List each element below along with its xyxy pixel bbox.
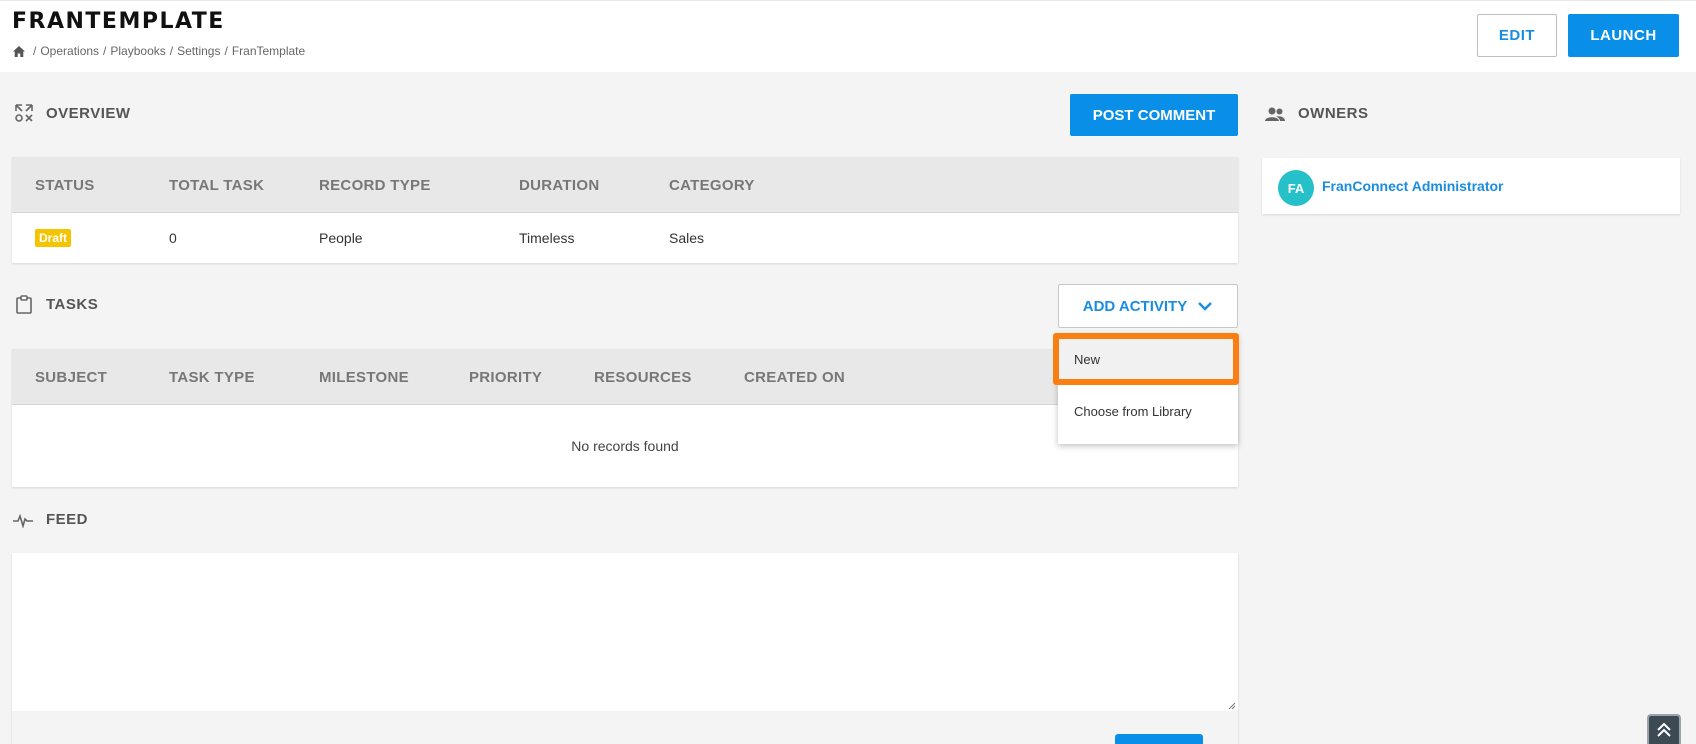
owner-name-link[interactable]: FranConnect Administrator	[1322, 158, 1504, 214]
edit-button[interactable]: EDIT	[1477, 14, 1557, 57]
avatar: FA	[1278, 170, 1314, 206]
breadcrumb-settings[interactable]: Settings	[177, 44, 220, 58]
empty-state-text: No records found	[571, 438, 679, 454]
activity-pulse-icon	[13, 513, 33, 528]
page-title: FRANTEMPLATE	[12, 9, 225, 34]
post-comment-button[interactable]: POST COMMENT	[1070, 94, 1238, 136]
breadcrumb-separator: /	[103, 44, 107, 58]
breadcrumb-separator: /	[224, 44, 228, 58]
total-task-value: 0	[169, 230, 177, 246]
add-activity-label: ADD ACTIVITY	[1082, 297, 1188, 315]
feed-heading: FEED	[12, 511, 88, 528]
feed-card	[12, 553, 1238, 744]
duration-value: Timeless	[519, 230, 575, 246]
category-value: Sales	[669, 230, 705, 246]
table-row: Draft 0 People Timeless Sales	[12, 213, 1238, 263]
add-activity-button[interactable]: ADD ACTIVITY	[1058, 284, 1238, 328]
overview-icon	[15, 104, 33, 122]
launch-button[interactable]: LAUNCH	[1568, 14, 1679, 57]
double-chevron-up-icon	[1657, 722, 1671, 737]
scroll-to-top-button[interactable]	[1647, 714, 1681, 744]
home-icon[interactable]	[13, 45, 25, 57]
status-badge: Draft	[35, 229, 72, 247]
breadcrumb-separator: /	[33, 44, 37, 58]
column-task-type: TASK TYPE	[169, 368, 255, 386]
column-category: CATEGORY	[669, 176, 755, 194]
breadcrumb-current: FranTemplate	[231, 44, 306, 58]
breadcrumb: / Operations / Playbooks / Settings / Fr…	[13, 44, 305, 58]
feed-title: FEED	[46, 511, 89, 528]
overview-table-header: STATUS TOTAL TASK RECORD TYPE DURATION C…	[12, 157, 1238, 213]
column-duration: DURATION	[519, 176, 600, 194]
resize-handle-icon[interactable]	[1226, 700, 1236, 710]
breadcrumb-separator: /	[169, 44, 174, 58]
column-priority: PRIORITY	[469, 368, 543, 386]
record-type-value: People	[319, 230, 363, 246]
column-subject: SUBJECT	[35, 368, 108, 386]
overview-title: OVERVIEW	[46, 104, 131, 122]
column-resources: RESOURCES	[594, 368, 692, 386]
clipboard-icon	[16, 295, 32, 314]
overview-table: STATUS TOTAL TASK RECORD TYPE DURATION C…	[12, 157, 1238, 263]
column-status: STATUS	[35, 176, 95, 194]
owner-card: FA FranConnect Administrator	[1262, 158, 1680, 214]
column-created-on: CREATED ON	[744, 368, 846, 386]
column-record-type: RECORD TYPE	[319, 176, 431, 194]
page-header: FRANTEMPLATE / Operations / Playbooks / …	[0, 0, 1696, 72]
chevron-down-icon	[1198, 302, 1213, 311]
people-icon	[1265, 107, 1285, 121]
feed-submit-button[interactable]	[1115, 734, 1203, 744]
dropdown-item-choose-from-library[interactable]: Choose from Library	[1058, 386, 1238, 436]
overview-heading: OVERVIEW	[14, 103, 131, 123]
owners-heading: OWNERS	[1264, 105, 1369, 122]
tasks-heading: TASKS	[14, 294, 98, 314]
breadcrumb-playbooks[interactable]: Playbooks	[110, 44, 165, 58]
tasks-title: TASKS	[46, 295, 99, 313]
feed-textarea[interactable]	[12, 553, 1238, 711]
feed-footer	[12, 711, 1238, 744]
owners-title: OWNERS	[1298, 105, 1369, 122]
breadcrumb-operations[interactable]: Operations	[40, 44, 99, 58]
column-total-task: TOTAL TASK	[169, 176, 265, 194]
highlight-box	[1053, 333, 1239, 385]
column-milestone: MILESTONE	[319, 368, 409, 386]
